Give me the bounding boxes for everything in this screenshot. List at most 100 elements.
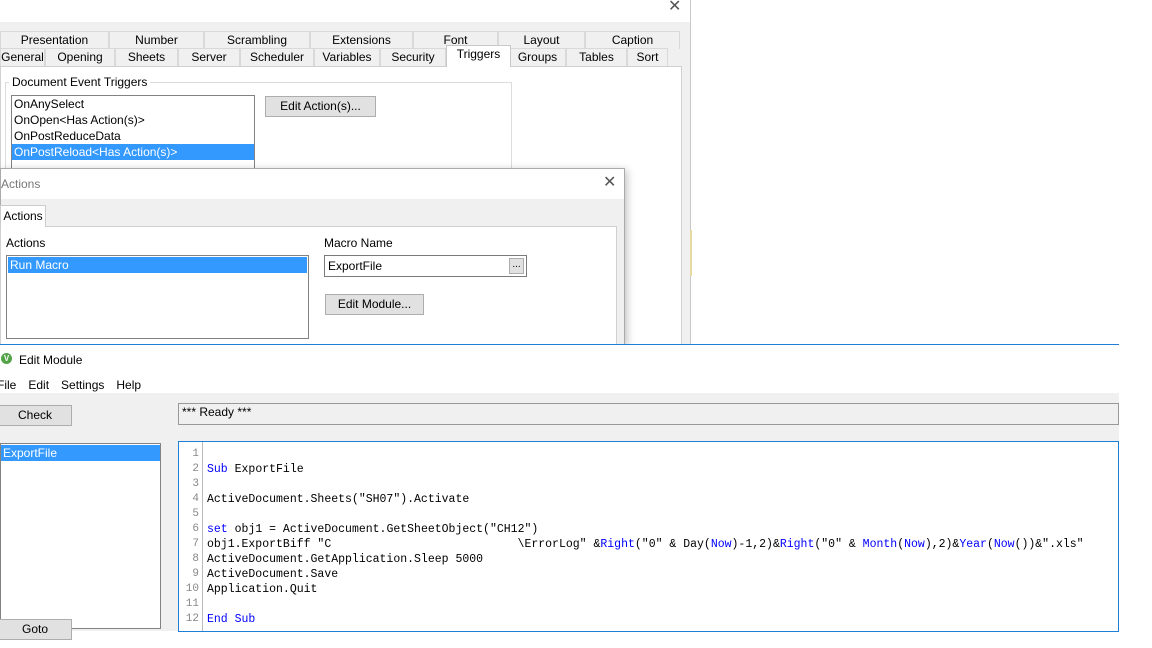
tab-triggers[interactable]: Triggers — [446, 45, 511, 67]
title-bar — [0, 0, 690, 22]
line-number: 8 — [192, 553, 199, 565]
tab-tables[interactable]: Tables — [566, 48, 627, 66]
tab-sort[interactable]: Sort — [627, 48, 668, 66]
check-button[interactable]: Check — [0, 405, 72, 426]
code-line: set obj1 = ActiveDocument.GetSheetObject… — [207, 523, 538, 536]
code-text: ActiveDocument.Save — [207, 568, 339, 581]
menu-bar: File Edit Settings Help — [0, 378, 141, 392]
line-number: 7 — [192, 538, 199, 550]
line-number: 5 — [192, 508, 199, 520]
edit-module-button[interactable]: Edit Module... — [325, 294, 424, 315]
code-keyword: Right — [600, 538, 635, 551]
code-keyword: Year — [959, 538, 987, 551]
tab-extensions[interactable]: Extensions — [310, 31, 413, 49]
actions-panel: Actions Run Macro Macro Name ExportFile … — [0, 226, 617, 346]
module-list[interactable]: ExportFile — [0, 443, 161, 629]
code-text: ())&".xls" — [1014, 538, 1084, 551]
code-text: ("0" & — [814, 538, 863, 551]
tab-variables[interactable]: Variables — [314, 48, 380, 66]
line-number: 4 — [192, 493, 199, 505]
code-line: Application.Quit — [207, 583, 317, 596]
code-keyword: Now — [904, 538, 925, 551]
tab-scheduler[interactable]: Scheduler — [240, 48, 314, 66]
edit-module-window: V Edit Module File Edit Settings Help Check… — [0, 344, 1119, 640]
title-bar: Actions ✕ — [1, 169, 624, 199]
close-icon[interactable]: ✕ — [668, 0, 681, 15]
code-keyword: set — [207, 523, 228, 536]
divider — [690, 230, 692, 276]
line-number: 10 — [185, 583, 199, 595]
code-text: Application.Quit — [207, 583, 318, 596]
code-text: ),2)& — [924, 538, 960, 551]
list-item[interactable]: OnOpen<Has Action(s)> — [12, 112, 254, 128]
line-number: 1 — [192, 448, 199, 460]
code-line: Sub ExportFile — [207, 463, 304, 476]
code-line: End Sub — [207, 613, 255, 626]
code-line: ActiveDocument.Save — [207, 568, 338, 581]
code-text: ActiveDocument.Sheets("SH07").Activate — [207, 493, 470, 506]
gutter-divider — [202, 442, 203, 631]
code-keyword: Month — [862, 538, 898, 551]
tab-caption[interactable]: Caption — [585, 31, 680, 49]
menu-edit[interactable]: Edit — [28, 378, 49, 392]
macro-name-value: ExportFile — [328, 259, 383, 273]
window-title: Edit Module — [19, 353, 83, 367]
code-editor[interactable]: 1 2 Sub ExportFile 3 4 ActiveDocument.Sheets(… — [178, 441, 1119, 632]
line-number: 2 — [192, 463, 199, 475]
code-keyword: Now — [710, 538, 732, 551]
tab-groups[interactable]: Groups — [509, 48, 566, 66]
menu-file[interactable]: File — [0, 378, 16, 392]
tab-actions[interactable]: Actions — [0, 205, 46, 227]
browse-button[interactable]: ... — [509, 258, 524, 274]
code-text: )-1,2)& — [731, 538, 780, 551]
tab-general[interactable]: General — [0, 48, 45, 66]
code-line: ActiveDocument.Sheets("SH07").Activate — [207, 493, 469, 506]
tab-presentation[interactable]: Presentation — [0, 31, 109, 49]
goto-button[interactable]: Goto — [0, 619, 72, 640]
tab-scrambling[interactable]: Scrambling — [204, 31, 310, 49]
close-icon[interactable]: ✕ — [603, 175, 616, 191]
edit-actions-button[interactable]: Edit Action(s)... — [265, 96, 376, 117]
dialog-title: Actions — [1, 177, 41, 191]
list-item[interactable]: OnPostReload<Has Action(s)> — [12, 144, 254, 160]
code-keyword: Sub — [207, 463, 228, 476]
code-keyword: Now — [993, 538, 1015, 551]
list-item[interactable]: ExportFile — [1, 445, 160, 461]
code-text: obj1 = ActiveDocument.GetSheetObject("CH… — [227, 523, 539, 536]
code-line: ActiveDocument.GetApplication.Sleep 5000 — [207, 553, 483, 566]
list-item[interactable]: OnAnySelect — [12, 96, 254, 112]
tab-security[interactable]: Security — [380, 48, 446, 66]
menu-help[interactable]: Help — [116, 378, 141, 392]
actions-label: Actions — [6, 236, 46, 250]
code-keyword: End Sub — [207, 613, 256, 626]
line-number: 6 — [192, 523, 199, 535]
line-number: 3 — [192, 478, 199, 490]
group-title: Document Event Triggers — [9, 75, 151, 89]
code-text: ( — [986, 538, 994, 551]
status-field: *** Ready *** — [178, 403, 1119, 425]
tab-number[interactable]: Number — [109, 31, 204, 49]
tab-server[interactable]: Server — [178, 48, 240, 66]
title-and-menu: V Edit Module File Edit Settings Help — [0, 345, 1119, 393]
line-number: 9 — [192, 568, 199, 580]
code-text: ("0" & Day( — [634, 538, 711, 551]
actions-list[interactable]: Run Macro — [6, 255, 309, 339]
list-item[interactable]: Run Macro — [8, 257, 307, 273]
triggers-list[interactable]: OnAnySelect OnOpen<Has Action(s)> OnPostRe… — [11, 95, 255, 175]
actions-dialog: Actions ✕ Actions Run Macro Macro Name E… — [0, 168, 625, 346]
code-text: ActiveDocument.GetApplication.Sleep 5000 — [207, 553, 484, 566]
code-line: obj1.ExportBiff "C \ErrorLog" &Right("0"… — [207, 538, 1084, 551]
tab-sheets[interactable]: Sheets — [115, 48, 178, 66]
line-number: 11 — [185, 598, 199, 610]
qlikview-icon: V — [1, 353, 12, 364]
code-text: ExportFile — [227, 463, 304, 476]
list-item[interactable]: OnPostReduceData — [12, 128, 254, 144]
menu-settings[interactable]: Settings — [61, 378, 104, 392]
code-text: obj1.ExportBiff "C \ErrorLog" & — [207, 538, 601, 551]
tab-layout[interactable]: Layout — [498, 31, 585, 49]
tab-opening[interactable]: Opening — [45, 48, 115, 66]
macro-name-label: Macro Name — [324, 236, 393, 250]
code-keyword: Right — [779, 538, 815, 551]
line-number: 12 — [185, 613, 199, 625]
macro-name-input[interactable]: ExportFile ... — [324, 255, 527, 277]
